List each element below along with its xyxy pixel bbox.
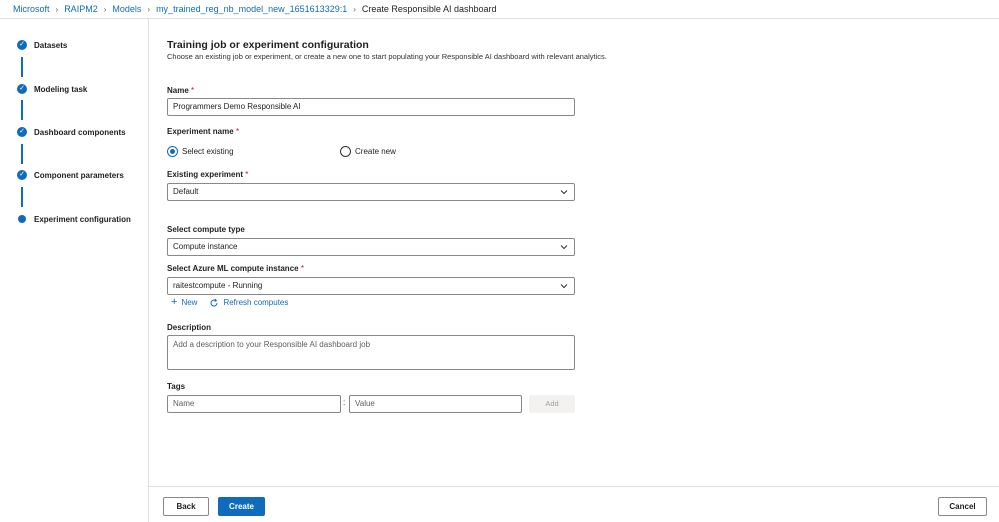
step-label: Experiment configuration bbox=[34, 214, 131, 224]
compute-instance-label-text: Select Azure ML compute instance bbox=[167, 264, 299, 273]
cancel-button[interactable]: Cancel bbox=[938, 497, 987, 516]
header-divider bbox=[0, 18, 999, 19]
existing-experiment-label-text: Existing experiment bbox=[167, 170, 244, 179]
add-tag-button[interactable]: Add bbox=[529, 395, 575, 413]
chevron-right-icon: › bbox=[103, 4, 107, 14]
wizard-stepper bbox=[0, 19, 149, 522]
compute-type-label-text: Select compute type bbox=[167, 225, 245, 234]
name-input[interactable]: Programmers Demo Responsible AI bbox=[167, 98, 575, 116]
radio-select-existing[interactable]: Select existing bbox=[167, 146, 234, 157]
chevron-right-icon: › bbox=[55, 4, 59, 14]
checkmark-icon: ✓ bbox=[17, 170, 27, 180]
step-connector bbox=[21, 187, 23, 207]
description-textarea[interactable] bbox=[167, 335, 575, 370]
chevron-right-icon: › bbox=[147, 4, 151, 14]
compute-type-label: Select compute type bbox=[167, 225, 245, 234]
breadcrumb-current: Create Responsible AI dashboard bbox=[361, 4, 497, 14]
back-button[interactable]: Back bbox=[163, 497, 209, 516]
checkmark-icon: ✓ bbox=[17, 40, 27, 50]
step-connector bbox=[21, 100, 23, 120]
step-label: Component parameters bbox=[34, 170, 124, 180]
step-label: Modeling task bbox=[34, 84, 88, 94]
existing-experiment-label: Existing experiment * bbox=[167, 170, 248, 179]
step-connector bbox=[21, 144, 23, 164]
breadcrumb-models[interactable]: Models bbox=[112, 4, 141, 14]
current-step-icon bbox=[17, 214, 27, 224]
chevron-down-icon bbox=[560, 284, 568, 289]
breadcrumb-microsoft[interactable]: Microsoft bbox=[13, 4, 50, 14]
radio-checked-icon bbox=[167, 146, 178, 157]
page-title: Training job or experiment configuration bbox=[167, 39, 369, 51]
radio-create-new-label: Create new bbox=[355, 147, 396, 156]
existing-experiment-dropdown[interactable]: Default bbox=[167, 183, 575, 201]
create-button[interactable]: Create bbox=[218, 497, 265, 516]
step-label: Datasets bbox=[34, 40, 68, 50]
compute-instance-label: Select Azure ML compute instance * bbox=[167, 264, 304, 273]
refresh-computes-link[interactable]: Refresh computes bbox=[209, 298, 288, 308]
refresh-computes-label: Refresh computes bbox=[223, 298, 289, 307]
breadcrumb: Microsoft › RAIPM2 › Models › my_trained… bbox=[0, 0, 999, 18]
tag-value-input[interactable]: Value bbox=[349, 395, 522, 413]
step-experiment-configuration[interactable]: Experiment configuration bbox=[17, 214, 131, 224]
compute-type-value: Compute instance bbox=[173, 242, 238, 251]
tags-label: Tags bbox=[167, 382, 186, 391]
step-connector bbox=[21, 57, 23, 77]
name-label-text: Name bbox=[167, 86, 189, 95]
radio-select-existing-label: Select existing bbox=[182, 147, 234, 156]
new-compute-link[interactable]: + New bbox=[171, 297, 197, 308]
compute-actions: + New Refresh computes bbox=[171, 297, 288, 308]
required-mark: * bbox=[300, 264, 304, 273]
experiment-name-label: Experiment name * bbox=[167, 127, 239, 136]
compute-instance-dropdown[interactable]: raitestcompute - Running bbox=[167, 277, 575, 295]
plus-icon: + bbox=[171, 296, 178, 308]
refresh-icon bbox=[210, 298, 218, 306]
required-mark: * bbox=[235, 127, 240, 136]
radio-create-new[interactable]: Create new bbox=[340, 146, 396, 157]
chevron-down-icon bbox=[560, 245, 568, 250]
step-dashboard-components[interactable]: ✓ Dashboard components bbox=[17, 127, 126, 137]
experiment-name-label-text: Experiment name bbox=[167, 127, 234, 136]
page-subtitle: Choose an existing job or experiment, or… bbox=[167, 52, 607, 61]
existing-experiment-value: Default bbox=[173, 187, 199, 196]
name-label: Name * bbox=[167, 86, 194, 95]
checkmark-icon: ✓ bbox=[17, 127, 27, 137]
description-label: Description bbox=[167, 323, 212, 332]
radio-unchecked-icon bbox=[340, 146, 351, 157]
footer-divider bbox=[149, 486, 999, 487]
breadcrumb-workspace[interactable]: RAIPM2 bbox=[64, 4, 98, 14]
checkmark-icon: ✓ bbox=[17, 84, 27, 94]
chevron-down-icon bbox=[560, 190, 568, 195]
new-compute-label: New bbox=[181, 298, 198, 307]
required-mark: * bbox=[245, 170, 249, 179]
required-mark: * bbox=[191, 86, 195, 95]
compute-type-dropdown[interactable]: Compute instance bbox=[167, 238, 575, 256]
tag-separator: : bbox=[343, 398, 346, 407]
chevron-right-icon: › bbox=[353, 4, 356, 14]
breadcrumb-model[interactable]: my_trained_reg_nb_model_new_1651613329:1 bbox=[156, 4, 347, 14]
step-label: Dashboard components bbox=[34, 127, 126, 137]
step-component-parameters[interactable]: ✓ Component parameters bbox=[17, 170, 124, 180]
step-datasets[interactable]: ✓ Datasets bbox=[17, 40, 67, 50]
step-modeling-task[interactable]: ✓ Modeling task bbox=[17, 84, 87, 94]
compute-instance-value: raitestcompute - Running bbox=[173, 281, 263, 290]
tag-name-input[interactable]: Name bbox=[167, 395, 341, 413]
